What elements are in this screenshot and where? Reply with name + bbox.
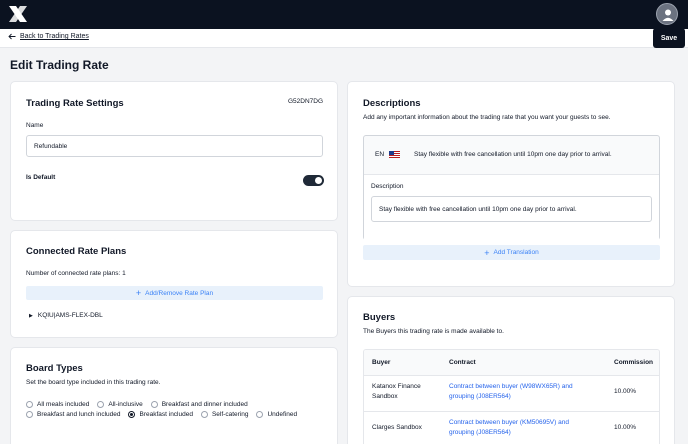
buyer-name: Katanox Finance Sandbox xyxy=(372,382,421,402)
commission-value: 10.00% xyxy=(614,388,637,395)
row-divider xyxy=(364,375,659,376)
buyers-card: Buyers The Buyers this trading rate is m… xyxy=(347,296,675,444)
contract-link-line: grouping (J08ER564) xyxy=(449,429,511,436)
board-type-option[interactable]: Undefined xyxy=(256,411,297,418)
us-flag-icon xyxy=(389,151,401,158)
radio-button[interactable] xyxy=(150,401,158,408)
board-types-card: Board Types Set the board type included … xyxy=(10,347,338,444)
rate-plan-item[interactable]: ▶ KQIU|AMS-FLEX-DBL xyxy=(29,312,103,319)
board-types-subtitle: Set the board type included in this trad… xyxy=(26,379,161,386)
buyers-subtitle: The Buyers this trading rate is made ava… xyxy=(363,328,504,335)
board-type-option[interactable]: Breakfast and dinner included xyxy=(150,401,248,408)
board-type-label: All meals included xyxy=(37,401,90,408)
rate-plans-count: Number of connected rate plans: 1 xyxy=(26,270,126,277)
description-label: Description xyxy=(371,183,404,190)
column-header-contract: Contract xyxy=(449,359,476,366)
plus-icon: + xyxy=(484,247,490,258)
board-type-row-1: All meals included All-inclusive Breakfa… xyxy=(26,401,256,408)
x-logo-icon[interactable] xyxy=(8,5,28,23)
add-translation-button[interactable]: + Add Translation xyxy=(363,245,660,260)
contract-link-line: grouping (J08ER564) xyxy=(449,393,511,400)
buyer-name-line: Clarges Sandbox xyxy=(372,424,422,431)
radio-button[interactable] xyxy=(200,411,208,418)
rate-plans-card: Connected Rate Plans Number of connected… xyxy=(10,230,338,338)
radio-button[interactable] xyxy=(26,401,33,408)
rate-plans-title: Connected Rate Plans xyxy=(26,246,127,257)
rate-plan-item-label: KQIU|AMS-FLEX-DBL xyxy=(37,312,103,319)
description-preview: Stay flexible with free cancellation unt… xyxy=(414,151,612,158)
arrow-left-icon xyxy=(8,33,16,40)
board-type-option[interactable]: All meals included xyxy=(26,401,89,408)
settings-card: Trading Rate Settings G52DN7DG Name Refu… xyxy=(10,81,338,221)
radio-button-selected[interactable] xyxy=(128,411,136,418)
user-icon xyxy=(662,9,674,21)
radio-button[interactable] xyxy=(256,411,264,418)
top-bar xyxy=(0,0,688,29)
add-remove-rate-plan-label: Add/Remove Rate Plan xyxy=(145,289,214,297)
language-code: EN xyxy=(375,151,385,158)
add-remove-rate-plan-button[interactable]: + Add/Remove Rate Plan xyxy=(26,286,323,300)
buyer-name-line: Sandbox xyxy=(372,393,398,400)
board-type-row-2: Breakfast and lunch included Breakfast i… xyxy=(26,411,305,418)
buyer-name: Clarges Sandbox xyxy=(372,423,422,433)
caret-right-icon: ▶ xyxy=(29,312,33,319)
board-type-label: Breakfast and lunch included xyxy=(37,411,121,418)
buyer-name-line: Katanox Finance xyxy=(372,383,421,390)
toggle-knob xyxy=(315,177,322,184)
default-label: Is Default xyxy=(26,174,56,181)
buyers-title: Buyers xyxy=(363,312,396,323)
column-header-buyer: Buyer xyxy=(372,359,391,366)
contract-link-line: Contract between buyer (KM50695V) and xyxy=(449,419,569,426)
avatar[interactable] xyxy=(656,3,678,25)
contract-link[interactable]: Contract between buyer (KM50695V) and gr… xyxy=(449,418,569,438)
page-title: Edit Trading Rate xyxy=(10,58,109,72)
board-type-label: Breakfast included xyxy=(139,411,193,418)
plus-icon: + xyxy=(135,288,142,298)
row-divider xyxy=(364,411,659,412)
settings-title: Trading Rate Settings xyxy=(26,98,124,109)
buyers-table: Buyer Contract Commission Katanox Financ… xyxy=(363,349,660,444)
board-type-label: Undefined xyxy=(267,411,298,418)
add-translation-label: Add Translation xyxy=(493,249,539,256)
radio-button[interactable] xyxy=(26,411,33,418)
board-type-label: All-inclusive xyxy=(108,401,143,408)
translation-header[interactable]: EN Stay flexible with free cancellation … xyxy=(375,151,612,158)
descriptions-subtitle: Add any important information about the … xyxy=(363,114,611,121)
board-types-title: Board Types xyxy=(26,363,83,374)
descriptions-card: Descriptions Add any important informati… xyxy=(347,81,675,287)
back-link-label[interactable]: Back to Trading Rates xyxy=(20,33,89,40)
board-type-option[interactable]: Breakfast included xyxy=(128,411,193,418)
default-toggle[interactable] xyxy=(303,175,324,186)
contract-link-line: Contract between buyer (W98WX65R) and xyxy=(449,383,573,390)
description-translation-panel: EN Stay flexible with free cancellation … xyxy=(363,135,660,240)
board-type-label: Breakfast and dinner included xyxy=(161,401,248,408)
board-type-option[interactable]: All-inclusive xyxy=(97,401,143,408)
name-input[interactable]: Refundable xyxy=(26,135,323,157)
descriptions-title: Descriptions xyxy=(363,98,421,109)
save-button[interactable]: Save xyxy=(653,28,685,48)
description-textarea[interactable]: Stay flexible with free cancellation unt… xyxy=(371,196,652,222)
board-type-option[interactable]: Self-catering xyxy=(200,411,249,418)
back-link[interactable]: Back to Trading Rates xyxy=(8,33,89,40)
radio-button[interactable] xyxy=(97,401,105,408)
rate-code: G52DN7DG xyxy=(288,98,324,105)
contract-link[interactable]: Contract between buyer (W98WX65R) and gr… xyxy=(449,382,573,402)
sub-header: Back to Trading Rates xyxy=(0,29,688,48)
board-type-option[interactable]: Breakfast and lunch included xyxy=(26,411,120,418)
commission-value: 10.00% xyxy=(614,424,637,431)
board-type-label: Self-catering xyxy=(211,411,249,418)
column-header-commission: Commission xyxy=(614,359,654,366)
translation-editor: Description Stay flexible with free canc… xyxy=(364,174,659,240)
name-label: Name xyxy=(26,122,44,129)
